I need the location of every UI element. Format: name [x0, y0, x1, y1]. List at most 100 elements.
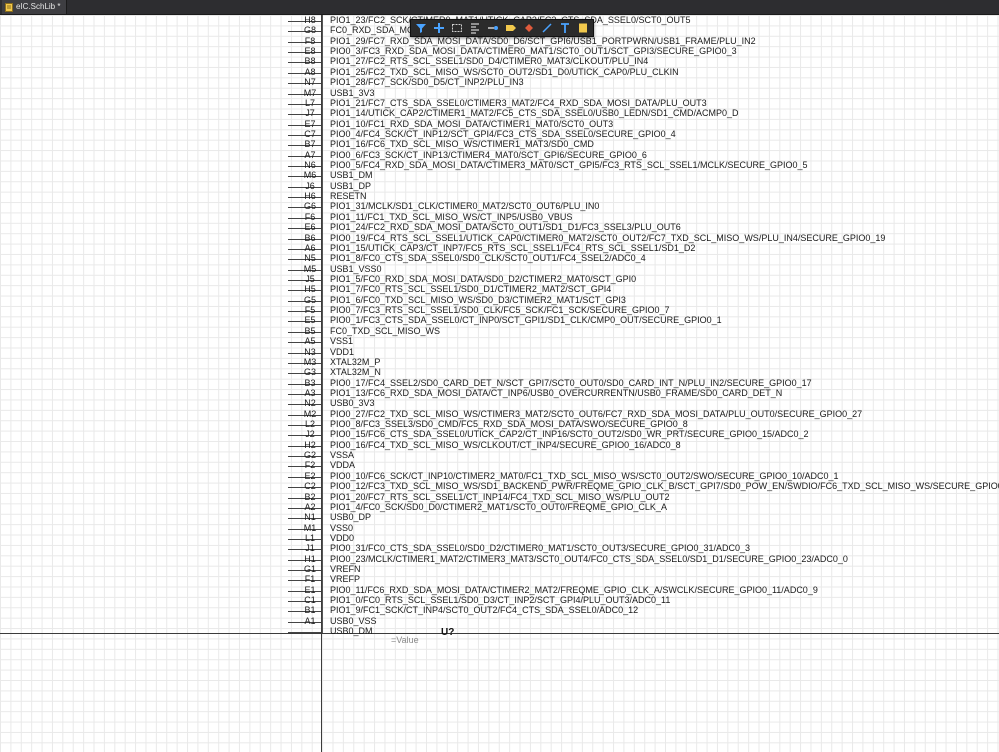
- pin-name: PIO1_14/UTICK_CAP2/CTIMER1_MAT2/FC5_CTS_…: [330, 108, 739, 119]
- pin-number: B3: [304, 377, 316, 388]
- pin-row[interactable]: A3 PIO1_13/FC6_RXD_SDA_MOSI_DATA/CT_INP6/…: [0, 387, 999, 399]
- pin-row[interactable]: E5 PIO0_1/FC3_CTS_SDA_SSEL0/CT_INP0/SCT_G…: [0, 315, 999, 326]
- pin-number: G5: [303, 294, 316, 305]
- line-icon[interactable]: [540, 21, 554, 35]
- text-icon[interactable]: [558, 21, 572, 35]
- pin-number: G2: [303, 450, 316, 461]
- pin-name: PIO1_31/MCLK/SD1_CLK/CTIMER0_MAT2/SCT0_O…: [330, 201, 600, 212]
- pin-row[interactable]: USB0_DM: [0, 626, 999, 637]
- component-designator[interactable]: U?: [441, 627, 454, 638]
- pin-line: [288, 632, 321, 634]
- pin-number: N7: [304, 77, 316, 88]
- pin-number: M6: [303, 170, 317, 181]
- pin-name: VREFN: [330, 564, 361, 575]
- pin-name: PIO1_11/FC1_TXD_SCL_MISO_WS/CT_INP5/USB0…: [330, 211, 573, 222]
- pin-row[interactable]: N5 PIO1_8/FC0_CTS_SDA_SSEL0/SD0_CLK/SCT0_…: [0, 253, 999, 264]
- pin-row[interactable]: H1 PIO0_23/MCLK/CTIMER1_MAT2/CTIMER3_MAT3…: [0, 553, 999, 565]
- pin-number: M3: [303, 356, 317, 367]
- note-icon[interactable]: [576, 21, 590, 35]
- filter-icon[interactable]: [414, 21, 428, 35]
- pin-number: B2: [304, 491, 316, 502]
- pin-row[interactable]: M3 XTAL32M_P: [0, 356, 999, 368]
- place-port-icon[interactable]: [504, 21, 518, 35]
- pin-name: PIO1_4/FC0_SCK/SD0_D0/CTIMER2_MAT1/SCT0_…: [330, 501, 667, 512]
- pin-number: A7: [304, 149, 316, 160]
- pin-row[interactable]: N7 PIO1_28/FC7_SCK/SD0_D5/CT_INP2/PLU_IN3: [0, 77, 999, 88]
- pin-name: PIO0_23/MCLK/CTIMER1_MAT2/CTIMER3_MAT3/S…: [330, 553, 848, 564]
- pin-name: PIO0_15/FC6_CTS_SDA_SSEL0/UTICK_CAP2/CT_…: [330, 429, 809, 440]
- pin-name: PIO0_11/FC6_RXD_SDA_MOSI_DATA/CTIMER2_MA…: [330, 584, 818, 595]
- pin-row[interactable]: A1 USB0_VSS: [0, 616, 999, 627]
- pin-name: PIO1_16/FC6_TXD_SCL_MISO_WS/CTIMER1_MAT3…: [330, 139, 594, 150]
- document-tab-label: eIC.SchLib *: [16, 2, 61, 11]
- align-icon[interactable]: [468, 21, 482, 35]
- pin-row[interactable]: N1 USB0_DP: [0, 512, 999, 523]
- pin-number: N2: [304, 398, 316, 409]
- pin-number: H1: [304, 553, 316, 564]
- pin-number: F6: [304, 211, 316, 222]
- pin-name: XTAL32M_P: [330, 356, 381, 367]
- pin-number: E2: [304, 470, 316, 481]
- pin-row[interactable]: A2 PIO1_4/FC0_SCK/SD0_D0/CTIMER2_MAT1/SCT…: [0, 501, 999, 513]
- pin-name: PIO1_7/FC0_RTS_SCL_SSEL1/SD0_D1/CTIMER2_…: [330, 284, 612, 295]
- pin-number: J1: [305, 543, 315, 554]
- pin-number: G8: [303, 25, 316, 36]
- pin-number: B7: [304, 139, 316, 150]
- component-value-label[interactable]: =Value: [391, 635, 419, 645]
- pin-name: VDD1: [330, 346, 355, 357]
- pin-name: PIO0_7/FC3_RTS_SCL_SSEL1/SD0_CLK/FC5_SCK…: [330, 305, 670, 316]
- pin-number: A3: [304, 387, 316, 398]
- pin-name: PIO0_4/FC4_SCK/CT_INP12/SCT_GPI4/FC3_CTS…: [330, 128, 676, 139]
- place-pin-icon[interactable]: [486, 21, 500, 35]
- pin-row[interactable]: B1 PIO1_9/FC1_SCK/CT_INP4/SCT0_OUT2/FC4_C…: [0, 605, 999, 616]
- pin-row[interactable]: H2 PIO0_16/FC4_TXD_SCL_MISO_WS/CLKOUT/CT_…: [0, 439, 999, 451]
- pin-name: FC0_TXD_SCL_MISO_WS: [330, 325, 441, 336]
- pin-name: PIO0_16/FC4_TXD_SCL_MISO_WS/CLKOUT/CT_IN…: [330, 439, 681, 450]
- pin-row[interactable]: G2 VSSA: [0, 450, 999, 461]
- pin-number: L1: [304, 532, 315, 543]
- pin-row[interactable]: M6 USB1_DM: [0, 170, 999, 181]
- add-icon[interactable]: [432, 21, 446, 35]
- pin-number: C7: [304, 128, 316, 139]
- pin-name: PIO0_19/FC4_RTS_SCL_SSEL1/UTICK_CAP0/CTI…: [330, 232, 886, 243]
- pin-number: F5: [304, 305, 316, 316]
- pin-row[interactable]: B5 FC0_TXD_SCL_MISO_WS: [0, 325, 999, 337]
- pin-name: VREFP: [330, 574, 361, 585]
- pin-row[interactable]: G1 VREFN: [0, 564, 999, 575]
- pin-number: E5: [304, 315, 316, 326]
- pin-name: RESETN: [330, 191, 367, 202]
- pin-name: USB1_DP: [330, 180, 372, 191]
- pin-name: VDD0: [330, 532, 355, 543]
- pin-row[interactable]: M1 VSS0: [0, 522, 999, 534]
- pin-row[interactable]: A5 VSS1: [0, 336, 999, 347]
- pin-name: PIO1_20/FC7_RTS_SCL_SSEL1/CT_INP14/FC4_T…: [330, 491, 670, 502]
- pin-row[interactable]: N6 PIO0_5/FC4_RXD_SDA_MOSI_DATA/CTIMER3_M…: [0, 160, 999, 171]
- document-tab[interactable]: eIC.SchLib *: [2, 0, 68, 14]
- rectangle-select-icon[interactable]: [450, 21, 464, 35]
- pin-name: PIO1_27/FC2_RTS_SCL_SSEL1/SD0_D4/CTIMER0…: [330, 56, 649, 67]
- pin-name: PIO1_24/FC2_RXD_SDA_MOSI_DATA/SCT0_OUT1/…: [330, 222, 681, 233]
- pin-number: M1: [303, 522, 317, 533]
- pin-number: H6: [304, 191, 316, 202]
- pin-row[interactable]: J6 USB1_DP: [0, 180, 999, 192]
- pin-name: VDDA: [330, 460, 356, 471]
- pin-number: N1: [304, 512, 316, 523]
- active-bar-toolbar: [410, 19, 594, 37]
- pin-number: J5: [305, 273, 315, 284]
- pin-number: F8: [304, 35, 316, 46]
- pin-name: VSS0: [330, 522, 354, 533]
- pin-number: J2: [305, 429, 315, 440]
- pin-number: E6: [304, 222, 316, 233]
- pin-number: F1: [304, 574, 316, 585]
- schematic-canvas[interactable]: H8PIO1_23/FC2_SCK/CTIMER0_MAT1/UTICK_CAP…: [0, 15, 999, 752]
- color-fill-icon[interactable]: [522, 21, 536, 35]
- pin-name: PIO1_5/FC0_RXD_SDA_MOSI_DATA/SD0_D2/CTIM…: [330, 273, 637, 284]
- pin-name: USB0_DP: [330, 512, 372, 523]
- pin-number: J6: [305, 180, 315, 191]
- pin-name: PIO1_10/FC1_RXD_SDA_MOSI_DATA/CTIMER1_MA…: [330, 118, 614, 129]
- pin-number: E1: [304, 584, 316, 595]
- document-tab-bar: eIC.SchLib *: [0, 0, 999, 15]
- pin-number: B5: [304, 325, 316, 336]
- pin-number: A5: [304, 336, 316, 347]
- pin-row[interactable]: N3 VDD1: [0, 346, 999, 358]
